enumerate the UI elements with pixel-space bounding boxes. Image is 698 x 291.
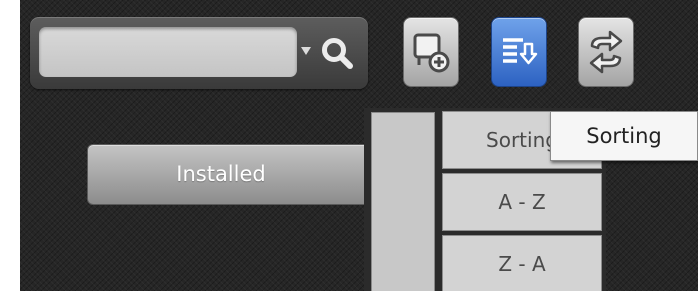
sort-a-z-option[interactable]: A - Z	[442, 173, 602, 231]
toolbar-panel: Installed Sorting A - Z Z - A Sorting	[20, 0, 698, 291]
installed-button[interactable]: Installed	[87, 144, 383, 205]
sorting-tooltip: Sorting	[550, 111, 698, 161]
menu-side-strip	[371, 112, 435, 291]
search-bar	[30, 17, 368, 89]
sort-button[interactable]	[491, 17, 547, 87]
add-window-button[interactable]	[403, 17, 459, 87]
search-icon[interactable]	[320, 36, 354, 70]
sort-list-icon	[503, 38, 538, 65]
add-window-icon	[413, 33, 450, 73]
sort-z-a-option[interactable]: Z - A	[442, 235, 602, 291]
chevron-down-icon[interactable]	[301, 47, 311, 55]
search-input[interactable]	[39, 27, 297, 77]
swap-button[interactable]	[578, 17, 634, 87]
swap-arrows-icon	[589, 30, 623, 74]
